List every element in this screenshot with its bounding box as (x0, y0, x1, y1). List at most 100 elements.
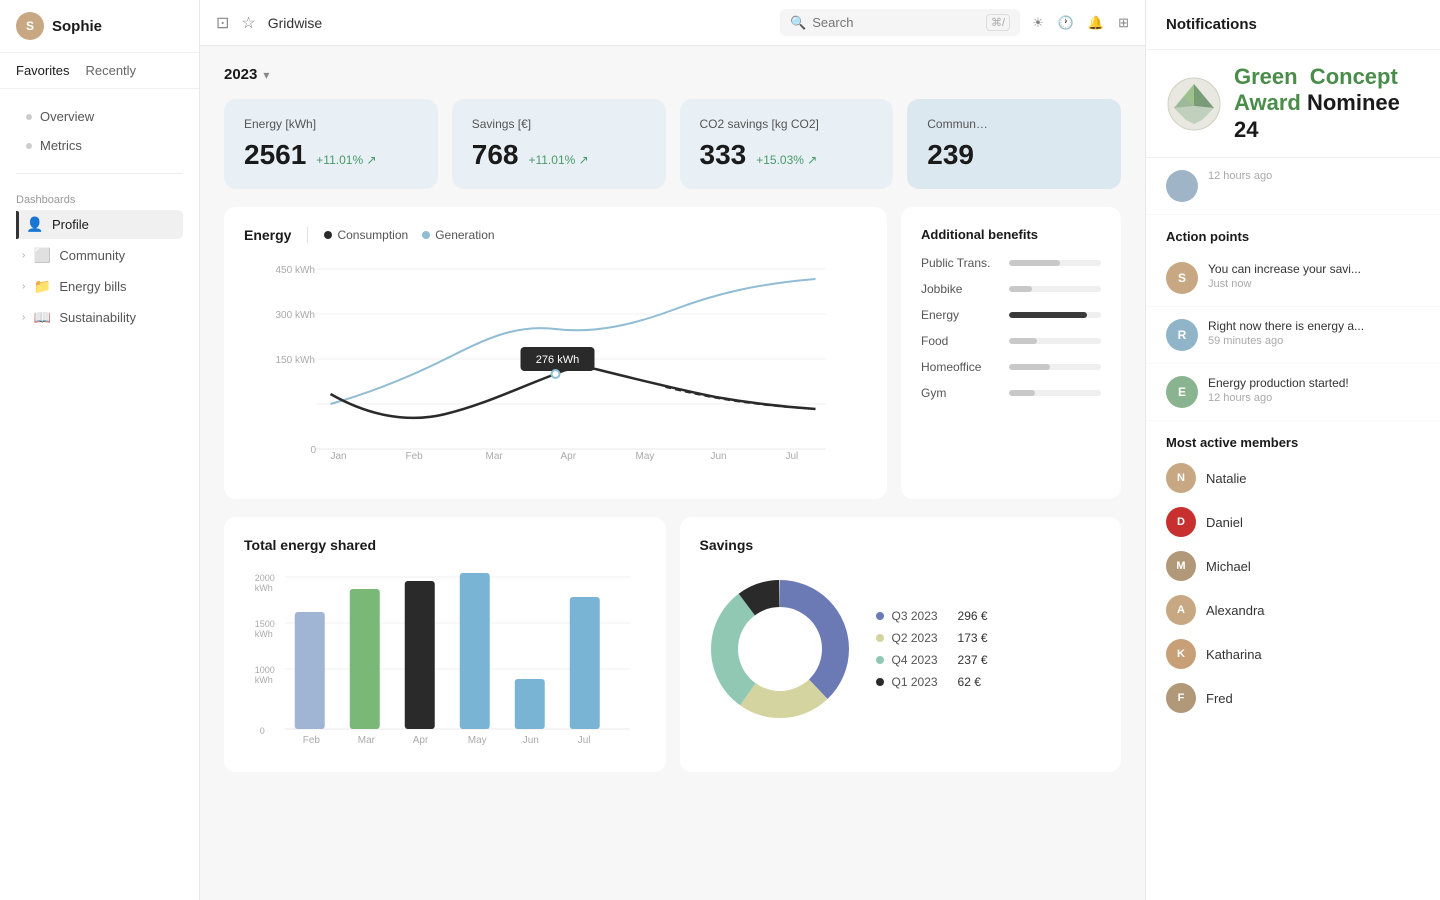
notifications-title: Notifications (1146, 0, 1440, 50)
brightness-icon[interactable]: ☀ (1032, 15, 1044, 31)
kpi-label: Commun… (927, 117, 1101, 131)
sidebar-item-energy-bills[interactable]: › 📁 Energy bills (16, 272, 183, 301)
kpi-change: +15.03% ↗ (756, 153, 817, 167)
kpi-label: Energy [kWh] (244, 117, 418, 131)
member-item-natalie: N Natalie (1146, 456, 1440, 500)
benefits-card: Additional benefits Public Trans. Jobbik… (901, 207, 1121, 499)
q4-value: 237 € (958, 653, 988, 667)
benefit-label: Jobbike (921, 282, 1001, 296)
svg-text:0: 0 (311, 445, 317, 456)
svg-text:Apr: Apr (413, 735, 429, 746)
history-icon[interactable]: 🕐 (1058, 15, 1074, 31)
search-bar[interactable]: 🔍 ⌘/ (780, 9, 1020, 36)
member-item-katharina: K Katharina (1146, 632, 1440, 676)
action-points-title: Action points (1146, 215, 1440, 250)
svg-text:150 kWh: 150 kWh (276, 355, 315, 366)
member-item-daniel: D Daniel (1146, 500, 1440, 544)
sidebar-item-overview[interactable]: Overview (16, 103, 183, 130)
most-active-title: Most active members (1146, 421, 1440, 456)
tab-recently[interactable]: Recently (85, 63, 136, 78)
search-input[interactable] (812, 15, 980, 30)
community-icon: ⬜ (33, 247, 51, 264)
kpi-change: +11.01% ↗ (528, 153, 588, 167)
svg-text:Apr: Apr (561, 451, 577, 462)
layout-icon[interactable]: ⊞ (1118, 15, 1129, 31)
benefit-bar-fill (1009, 260, 1060, 266)
svg-text:0: 0 (260, 726, 265, 736)
sidebar-item-community[interactable]: › ⬜ Community (16, 241, 183, 270)
member-item-alexandra: A Alexandra (1146, 588, 1440, 632)
energy-chart-card: Energy Consumption Generation (224, 207, 887, 499)
legend-generation: Generation (422, 228, 494, 242)
kpi-label: CO2 savings [kg CO2] (700, 117, 874, 131)
main-content: ⊡ ☆ Gridwise 🔍 ⌘/ ☀ 🕐 🔔 ⊞ 2023 ▾ Energy … (200, 0, 1145, 900)
member-avatar: D (1166, 507, 1196, 537)
award-green-text: Green Concept (1234, 64, 1398, 89)
kpi-value-row: 239 (927, 139, 1101, 171)
total-energy-title: Total energy shared (244, 537, 646, 553)
benefit-label: Public Trans. (921, 256, 1001, 270)
benefit-bar-track (1009, 260, 1101, 266)
benefit-bar-track (1009, 390, 1101, 396)
member-name: Fred (1206, 691, 1233, 706)
search-icon: 🔍 (790, 15, 806, 31)
user-name: Sophie (52, 18, 102, 35)
member-item-michael: M Michael (1146, 544, 1440, 588)
svg-text:Feb: Feb (303, 735, 321, 746)
svg-text:kWh: kWh (255, 675, 273, 685)
svg-text:kWh: kWh (255, 629, 273, 639)
svg-text:May: May (636, 451, 655, 462)
notification-item: 12 hours ago (1146, 158, 1440, 215)
chart-divider (307, 227, 308, 243)
sidebar-toggle-icon[interactable]: ⊡ (216, 13, 229, 33)
award-text: Green Concept Award Nominee 24 (1234, 64, 1420, 143)
benefit-label: Energy (921, 308, 1001, 322)
kpi-value: 239 (927, 139, 974, 171)
app-title: Gridwise (268, 15, 322, 31)
kpi-value: 768 (472, 139, 519, 171)
sidebar-item-label: Energy bills (59, 279, 126, 294)
sidebar-item-sustainability[interactable]: › 📖 Sustainability (16, 303, 183, 332)
energy-bills-icon: 📁 (33, 278, 51, 295)
award-icon (1166, 76, 1222, 132)
notif-content: Energy production started! 12 hours ago (1208, 376, 1420, 404)
kpi-card-co2: CO2 savings [kg CO2] 333 +15.03% ↗ (680, 99, 894, 189)
q1-dot (876, 678, 884, 686)
notif-content: You can increase your savi... Just now (1208, 262, 1420, 290)
chevron-right-icon: › (22, 312, 25, 323)
user-profile[interactable]: S Sophie (0, 0, 199, 53)
benefits-list: Public Trans. Jobbike Energy (921, 256, 1101, 400)
member-avatar: K (1166, 639, 1196, 669)
q1-label: Q1 2023 (892, 675, 938, 689)
sidebar-item-label: Metrics (40, 138, 82, 153)
notif-time: Just now (1208, 278, 1420, 290)
kpi-card-savings: Savings [€] 768 +11.01% ↗ (452, 99, 666, 189)
benefit-row-jobbike: Jobbike (921, 282, 1101, 296)
year-selector[interactable]: 2023 ▾ (224, 66, 1121, 83)
bell-icon[interactable]: 🔔 (1088, 15, 1104, 31)
sidebar-tabs: Favorites Recently (0, 53, 199, 89)
year-chevron-icon: ▾ (263, 68, 269, 82)
sidebar-item-profile[interactable]: 👤 Profile (16, 210, 183, 239)
sidebar-item-label: Profile (52, 217, 89, 232)
benefit-label: Food (921, 334, 1001, 348)
legend-q2: Q2 2023 173 € (876, 631, 988, 645)
svg-text:Jul: Jul (578, 735, 591, 746)
notif-avatar: E (1166, 376, 1198, 408)
notif-content: 12 hours ago (1208, 170, 1420, 182)
sidebar-item-metrics[interactable]: Metrics (16, 132, 183, 159)
tab-favorites[interactable]: Favorites (16, 63, 69, 78)
benefit-bar-fill (1009, 338, 1037, 344)
notif-time: 12 hours ago (1208, 392, 1420, 404)
member-avatar: M (1166, 551, 1196, 581)
svg-text:Mar: Mar (358, 735, 376, 746)
benefit-bar-fill (1009, 312, 1087, 318)
consumption-dot (324, 231, 332, 239)
star-icon[interactable]: ☆ (241, 13, 255, 33)
q2-value: 173 € (958, 631, 988, 645)
notif-text: You can increase your savi... (1208, 262, 1420, 276)
notif-avatar: R (1166, 319, 1198, 351)
member-item-fred: F Fred (1146, 676, 1440, 720)
benefit-label: Homeoffice (921, 360, 1001, 374)
sidebar: S Sophie Favorites Recently Overview Met… (0, 0, 200, 900)
